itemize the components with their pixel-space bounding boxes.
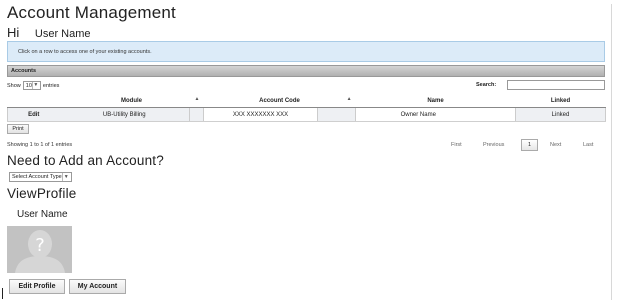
view-profile-heading: ViewProfile: [7, 186, 77, 201]
table-row[interactable]: Edit UB-Utility Billing XXX XXXXXXX XXX …: [7, 107, 607, 122]
profile-user-name: User Name: [17, 209, 68, 220]
column-header-action: [7, 95, 60, 108]
page-title: Account Management: [7, 3, 176, 22]
row-cell-divider: [316, 107, 357, 122]
row-cell-divider: [189, 107, 204, 122]
dropdown-arrow-icon: ▼: [31, 82, 39, 89]
edit-profile-button[interactable]: Edit Profile: [9, 279, 65, 294]
page-right-border: [611, 4, 612, 300]
column-header-linked[interactable]: Linked: [515, 95, 606, 108]
row-edit-link[interactable]: Edit: [7, 107, 60, 122]
accounts-table: Module ▲ Account Code ▲ Name Linked Edit…: [7, 95, 607, 122]
pager-current-page[interactable]: 1: [521, 139, 538, 151]
sort-up-icon: ▲: [346, 96, 352, 102]
avatar: ?: [7, 226, 72, 273]
row-module: UB-Utility Billing: [59, 107, 190, 122]
greeting-label: Hi: [7, 25, 20, 40]
info-message-box: Click on a row to access one of your exi…: [7, 41, 605, 62]
entries-label: entries: [42, 82, 60, 89]
page-corner-mark: [2, 288, 3, 299]
dropdown-arrow-icon: ▼: [61, 173, 70, 181]
search-label: Search:: [476, 82, 497, 88]
account-type-select[interactable]: Select Account Type ▼: [9, 172, 72, 182]
info-message: Click on a row to access one of your exi…: [18, 49, 152, 55]
showing-entries-text: Showing 1 to 1 of 1 entries: [7, 142, 73, 148]
table-header-row: Module ▲ Account Code ▲ Name Linked: [7, 95, 606, 108]
sort-up-icon: ▲: [194, 96, 200, 102]
row-cell-divider: [480, 107, 517, 122]
print-button[interactable]: Print: [7, 124, 29, 134]
show-label: Show: [7, 82, 21, 89]
row-account-code: XXX XXXXXXX XXX: [203, 107, 318, 122]
row-name: Owner Name: [355, 107, 481, 122]
pager-previous[interactable]: Previous: [483, 139, 504, 151]
my-account-button[interactable]: My Account: [69, 279, 126, 294]
column-header-name[interactable]: Name: [355, 95, 516, 108]
pager-first[interactable]: First: [451, 139, 462, 151]
column-header-module[interactable]: Module ▲: [59, 95, 204, 108]
row-linked: Linked: [515, 107, 607, 122]
accounts-header-bar: Accounts: [7, 65, 605, 77]
search-input[interactable]: [507, 80, 605, 90]
page-size-select[interactable]: 10 ▼: [22, 81, 41, 90]
avatar-placeholder-icon: ?: [7, 226, 72, 273]
column-header-account-code[interactable]: Account Code ▲: [203, 95, 356, 108]
greeting-row: Hi User Name: [7, 25, 91, 40]
svg-text:?: ?: [35, 235, 45, 256]
greeting-user-name: User Name: [34, 28, 91, 40]
account-type-value: Select Account Type: [12, 174, 62, 180]
add-account-heading: Need to Add an Account?: [7, 153, 164, 168]
accounts-section-label: Accounts: [11, 68, 37, 74]
page-size-control: Show 10 ▼ entries: [7, 81, 59, 90]
pager-last[interactable]: Last: [583, 139, 593, 151]
pager-next[interactable]: Next: [550, 139, 561, 151]
